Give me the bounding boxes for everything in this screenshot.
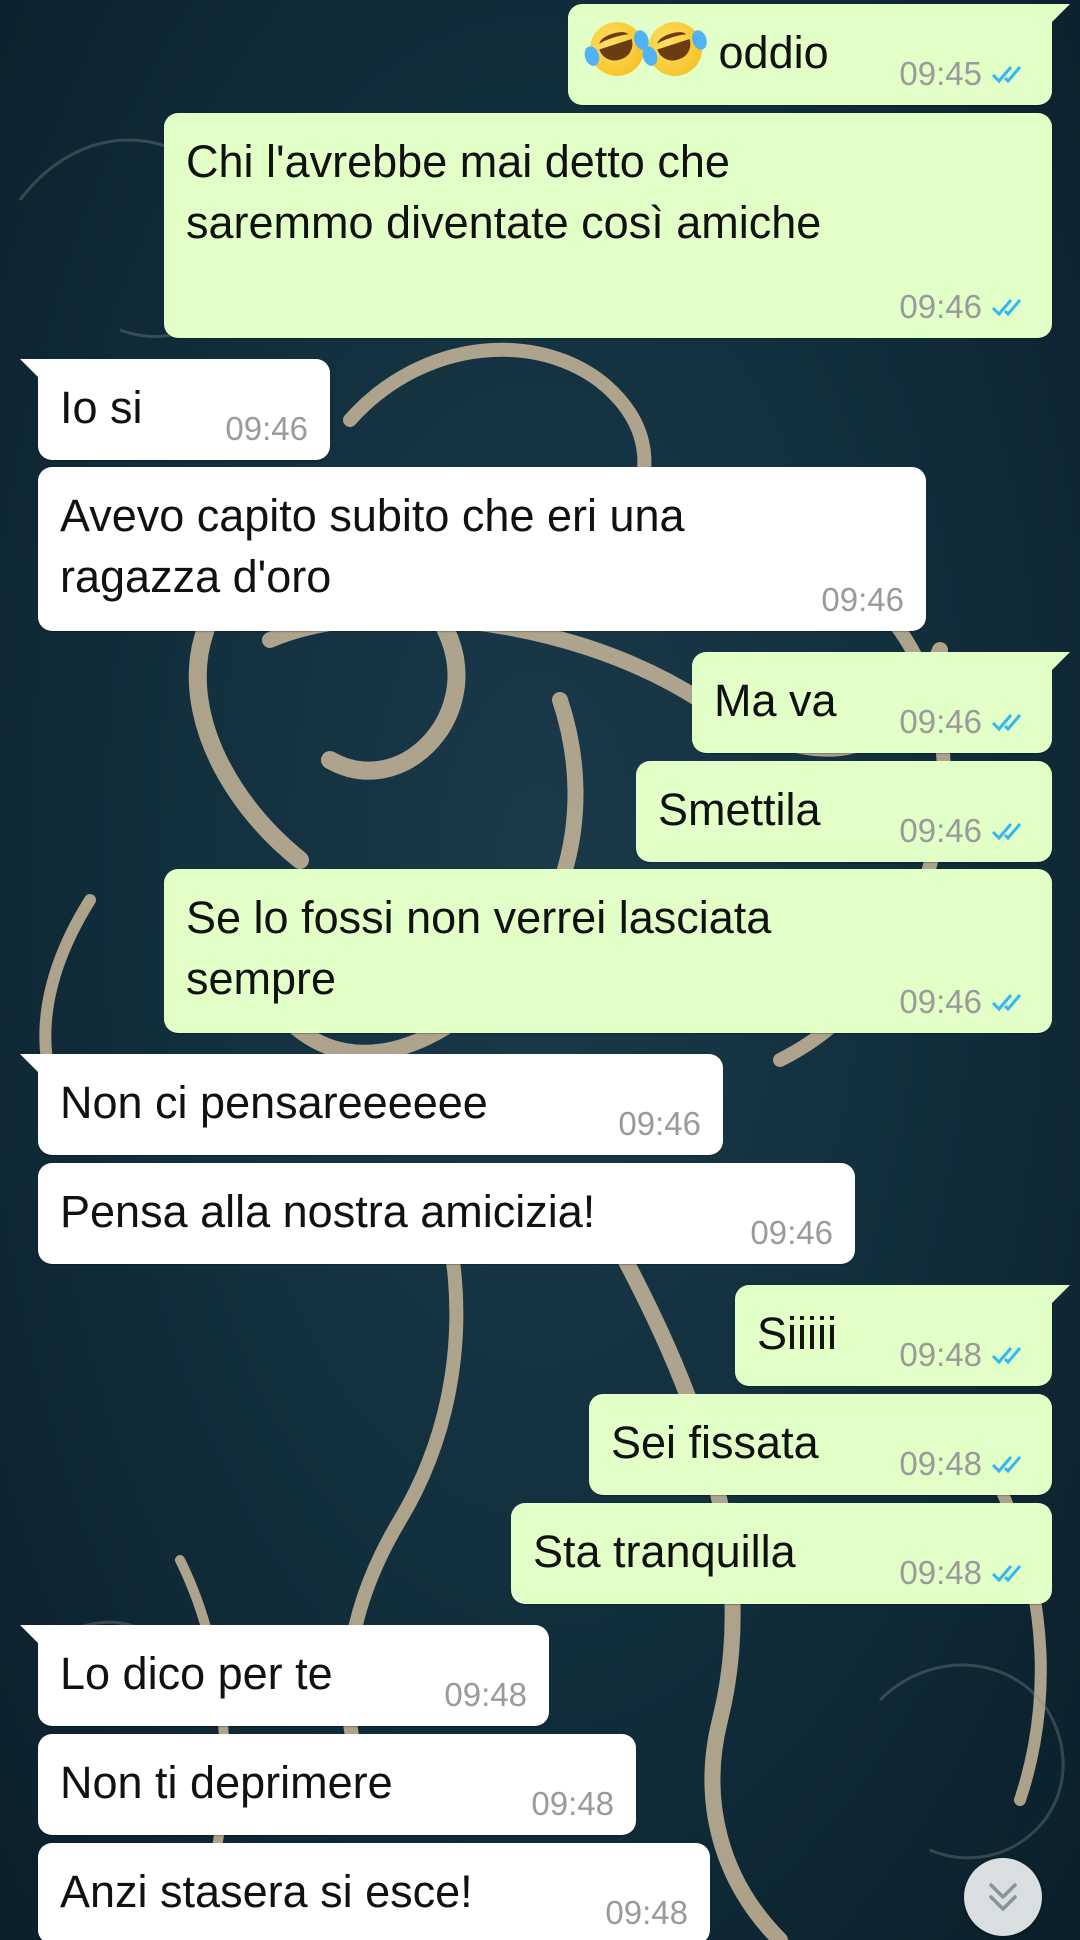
message-meta: 09:46 bbox=[899, 288, 1030, 326]
message-text: Avevo capito subito che eri una ragazza … bbox=[60, 490, 685, 602]
message-bubble-outgoing[interactable]: Se lo fossi non verrei lasciata sempre 0… bbox=[164, 869, 1052, 1033]
message-time: 09:46 bbox=[821, 581, 904, 618]
message-text: Chi l'avrebbe mai detto che saremmo dive… bbox=[186, 136, 822, 248]
message-time: 09:46 bbox=[899, 812, 982, 849]
message-bubble-outgoing[interactable]: Ma va 09:46 bbox=[692, 652, 1070, 753]
double-check-icon bbox=[991, 994, 1022, 1012]
message-meta: 09:48 bbox=[531, 1785, 614, 1823]
message-meta: 09:48 bbox=[605, 1894, 688, 1932]
message-text-content: oddio bbox=[718, 27, 829, 78]
message-meta: 09:46 bbox=[750, 1214, 833, 1252]
message-meta: 09:46 bbox=[618, 1105, 701, 1143]
double-check-icon bbox=[991, 299, 1022, 317]
message-text: Non ti deprimere bbox=[60, 1757, 393, 1808]
message-time: 09:46 bbox=[618, 1105, 701, 1142]
message-bubble-incoming[interactable]: Io si 09:46 bbox=[20, 359, 330, 460]
message-meta: 09:48 bbox=[899, 1445, 1030, 1483]
message-bubble-outgoing[interactable]: Chi l'avrebbe mai detto che saremmo dive… bbox=[164, 113, 1052, 338]
message-time: 09:46 bbox=[225, 410, 308, 447]
message-meta: 09:46 bbox=[899, 703, 1030, 741]
message-meta: 09:46 bbox=[899, 812, 1030, 850]
message-meta: 09:46 bbox=[821, 581, 904, 619]
message-bubble-outgoing[interactable]: Smettila 09:46 bbox=[636, 761, 1052, 862]
rolling-on-floor-laughing-emoji-icon bbox=[582, 14, 652, 84]
message-bubble-outgoing[interactable]: Sta tranquilla 09:48 bbox=[511, 1503, 1052, 1604]
message-bubble-incoming[interactable]: Non ci pensareeeeee 09:46 bbox=[20, 1054, 723, 1155]
message-time: 09:48 bbox=[899, 1445, 982, 1482]
message-time: 09:48 bbox=[899, 1336, 982, 1373]
message-text: oddio bbox=[582, 14, 829, 84]
message-text: Pensa alla nostra amicizia! bbox=[60, 1186, 596, 1237]
message-time: 09:48 bbox=[899, 1554, 982, 1591]
double-check-icon bbox=[991, 66, 1022, 84]
message-meta: 09:46 bbox=[225, 410, 308, 448]
message-time: 09:48 bbox=[444, 1676, 527, 1713]
message-time: 09:48 bbox=[531, 1785, 614, 1822]
double-check-icon bbox=[991, 1456, 1022, 1474]
message-bubble-outgoing[interactable]: Siiiii 09:48 bbox=[735, 1285, 1070, 1386]
double-check-icon bbox=[991, 1565, 1022, 1583]
chat-area[interactable]: oddio 09:45 Chi l'avrebbe mai detto che … bbox=[0, 0, 1080, 1940]
message-text: Non ci pensareeeeee bbox=[60, 1077, 488, 1128]
message-bubble-incoming[interactable]: Avevo capito subito che eri una ragazza … bbox=[38, 467, 926, 631]
message-time: 09:46 bbox=[750, 1214, 833, 1251]
double-check-icon bbox=[991, 1347, 1022, 1365]
double-check-icon bbox=[991, 823, 1022, 841]
message-bubble-incoming[interactable]: Pensa alla nostra amicizia! 09:46 bbox=[38, 1163, 855, 1264]
message-meta: 09:45 bbox=[899, 55, 1030, 93]
double-chevron-down-icon bbox=[989, 1883, 1017, 1911]
rolling-on-floor-laughing-emoji-icon bbox=[640, 14, 710, 84]
message-meta: 09:46 bbox=[899, 983, 1030, 1021]
message-bubble-incoming[interactable]: Anzi stasera si esce! 09:48 bbox=[38, 1843, 710, 1940]
message-meta: 09:48 bbox=[899, 1336, 1030, 1374]
message-time: 09:46 bbox=[899, 983, 982, 1020]
double-check-icon bbox=[991, 714, 1022, 732]
message-time: 09:48 bbox=[605, 1894, 688, 1931]
message-time: 09:45 bbox=[899, 55, 982, 92]
message-bubble-incoming[interactable]: Non ti deprimere 09:48 bbox=[38, 1734, 636, 1835]
message-text: Anzi stasera si esce! bbox=[60, 1866, 473, 1917]
message-time: 09:46 bbox=[899, 288, 982, 325]
scroll-to-bottom-button[interactable] bbox=[964, 1858, 1042, 1936]
message-bubble-outgoing[interactable]: Sei fissata 09:48 bbox=[589, 1394, 1052, 1495]
message-bubble-incoming[interactable]: Lo dico per te 09:48 bbox=[20, 1625, 549, 1726]
message-meta: 09:48 bbox=[444, 1676, 527, 1714]
message-bubble-outgoing[interactable]: oddio 09:45 bbox=[568, 4, 1070, 105]
message-time: 09:46 bbox=[899, 703, 982, 740]
message-meta: 09:48 bbox=[899, 1554, 1030, 1592]
